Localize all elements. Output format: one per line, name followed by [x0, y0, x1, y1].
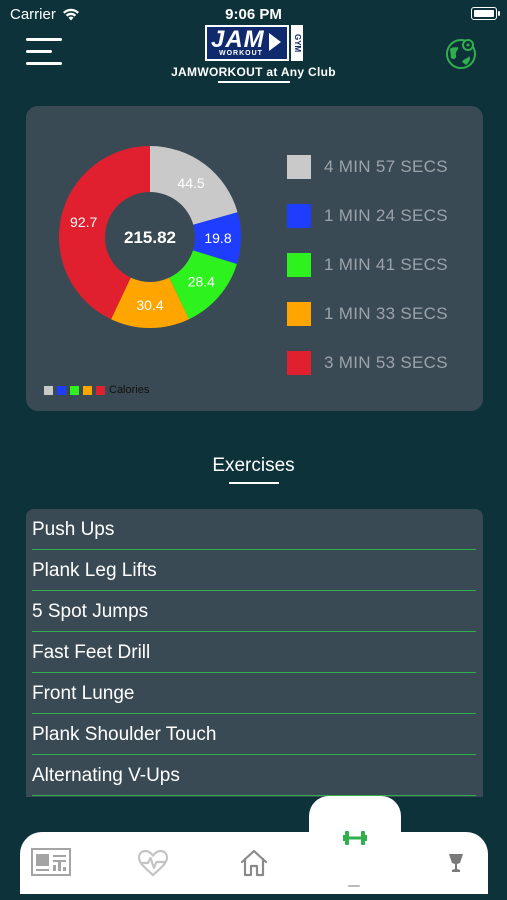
globe-icon: [446, 39, 476, 69]
legend-label: 3 MIN 53 SECS: [324, 352, 448, 372]
slice-value-label: 30.4: [136, 297, 163, 313]
dumbbell-icon: [343, 831, 367, 845]
slice-value-label: 28.4: [188, 274, 215, 290]
legend-swatch: [287, 301, 311, 326]
mini-legend-label: Calories: [109, 384, 150, 396]
donut-center-total: 215.82: [124, 228, 176, 247]
legend-label: 4 MIN 57 SECS: [324, 156, 448, 176]
legend-label: 1 MIN 24 SECS: [324, 205, 448, 225]
mini-legend-swatch: [57, 385, 66, 395]
exercise-list: Push Ups Plank Leg Lifts 5 Spot Jumps Fa…: [26, 509, 483, 797]
battery-icon: [471, 7, 500, 20]
legend-item: 1 MIN 24 SECS: [287, 191, 448, 240]
exercises-heading: Exercises: [212, 455, 295, 476]
exercises-underline: [229, 482, 279, 484]
legend-item: 3 MIN 53 SECS: [287, 338, 448, 387]
legend-swatch: [287, 350, 311, 375]
legend-swatch: [287, 252, 311, 277]
clock: 9:06 PM: [225, 6, 282, 23]
globe-button[interactable]: [444, 36, 478, 70]
tab-home[interactable]: [239, 848, 269, 883]
mini-legend: Calories: [44, 384, 149, 396]
legend-swatch: [287, 154, 311, 179]
legend-item: 1 MIN 33 SECS: [287, 289, 448, 338]
slice-value-label: 92.7: [70, 214, 97, 230]
slice-value-label: 44.5: [177, 175, 204, 191]
logo-subtext: WORKOUT: [219, 50, 263, 57]
exercise-item[interactable]: Fast Feet Drill: [32, 632, 476, 673]
jam-workout-logo: JAM WORKOUT GYM: [205, 25, 303, 63]
hamburger-menu-button[interactable]: [26, 38, 62, 66]
mini-legend-swatch: [96, 385, 105, 395]
tab-trophy[interactable]: [448, 853, 464, 878]
home-icon: [240, 849, 268, 877]
slice-value-label: 19.8: [204, 230, 231, 246]
exercise-item[interactable]: Alternating V-Ups: [32, 755, 476, 796]
mini-legend-swatch: [83, 385, 92, 395]
title-underline: [218, 81, 290, 83]
tab-workout[interactable]: [343, 826, 367, 855]
mini-legend-swatch: [70, 385, 79, 395]
exercise-item[interactable]: 5 Spot Jumps: [32, 591, 476, 632]
legend-swatch: [287, 203, 311, 228]
club-title: JAMWORKOUT at Any Club: [171, 65, 336, 79]
status-bar: Carrier 9:06 PM: [0, 0, 507, 28]
news-icon: [31, 848, 71, 876]
legend-item: 1 MIN 41 SECS: [287, 240, 448, 289]
exercise-item[interactable]: Plank Leg Lifts: [32, 550, 476, 591]
tab-health[interactable]: [137, 849, 169, 882]
mini-legend-swatch: [44, 385, 53, 395]
calories-chart-card: 44.5 19.8 28.4 30.4 92.7 215.82 4 MIN 57 SECS…: [26, 106, 483, 411]
heart-rate-icon: [137, 849, 169, 877]
logo-side-text: GYM: [291, 25, 303, 61]
chart-legend: 4 MIN 57 SECS 1 MIN 24 SECS 1 MIN 41 SEC…: [287, 142, 448, 387]
exercise-item[interactable]: Push Ups: [32, 509, 476, 550]
exercise-item[interactable]: Plank Shoulder Touch: [32, 714, 476, 755]
legend-label: 1 MIN 33 SECS: [324, 303, 448, 323]
exercise-item[interactable]: Front Lunge: [32, 673, 476, 714]
trophy-icon: [449, 854, 463, 872]
legend-label: 1 MIN 41 SECS: [324, 254, 448, 274]
active-tab-indicator: [348, 885, 360, 887]
tab-news[interactable]: [31, 847, 71, 882]
legend-item: 4 MIN 57 SECS: [287, 142, 448, 191]
